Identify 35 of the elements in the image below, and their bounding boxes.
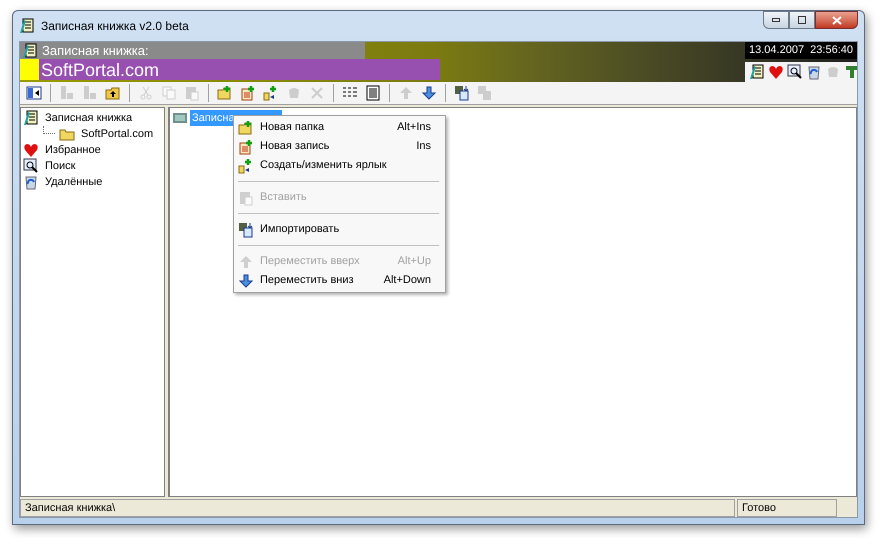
tree-item[interactable]: Поиск bbox=[43, 158, 78, 174]
menu-item[interactable]: Новая запись Ins bbox=[236, 137, 443, 156]
folder-plus-icon bbox=[238, 158, 254, 174]
status-path: Записная книжка\ bbox=[20, 499, 735, 517]
logo-square bbox=[20, 59, 39, 80]
folder-icon bbox=[172, 110, 188, 126]
notebook-icon bbox=[22, 42, 38, 58]
banner-caption: Записная книжка: bbox=[42, 44, 149, 57]
close-icon bbox=[832, 16, 842, 24]
menu-item[interactable]: Создать/изменить ярлык bbox=[236, 156, 443, 175]
minimize-button[interactable] bbox=[763, 11, 789, 29]
date-time: 13.04.2007 23:56:40 bbox=[745, 42, 857, 59]
menu-item[interactable]: Импортировать bbox=[236, 220, 443, 239]
tree-item[interactable]: SoftPortal.com bbox=[79, 126, 156, 142]
tree-item[interactable]: Записная книжка bbox=[43, 110, 134, 126]
folder-plus-icon bbox=[238, 120, 254, 136]
tree-item[interactable]: Избранное bbox=[43, 142, 103, 158]
tree-item[interactable]: Удалённые bbox=[43, 174, 104, 190]
menu-item[interactable]: Новая папка Alt+Ins bbox=[236, 118, 443, 137]
search-icon bbox=[23, 158, 39, 174]
down-arrow-icon bbox=[238, 272, 254, 288]
heart-icon bbox=[23, 142, 39, 158]
up-arrow-icon bbox=[238, 254, 254, 270]
status-text: Готово bbox=[737, 499, 837, 517]
document-plus-icon bbox=[238, 138, 254, 154]
window-title: Записная книжка v2.0 beta bbox=[41, 18, 189, 35]
banner-title: SoftPortal.com bbox=[40, 60, 160, 78]
maximize-button[interactable] bbox=[789, 11, 815, 29]
close-button[interactable] bbox=[815, 11, 858, 29]
notebook-icon bbox=[23, 110, 39, 126]
recycle-bin-icon bbox=[23, 174, 39, 190]
notebook-icon bbox=[19, 18, 35, 34]
clipboard-icon bbox=[238, 190, 254, 206]
import-icon bbox=[238, 222, 254, 238]
menu-item[interactable]: Переместить вниз Alt+Down bbox=[236, 271, 443, 290]
